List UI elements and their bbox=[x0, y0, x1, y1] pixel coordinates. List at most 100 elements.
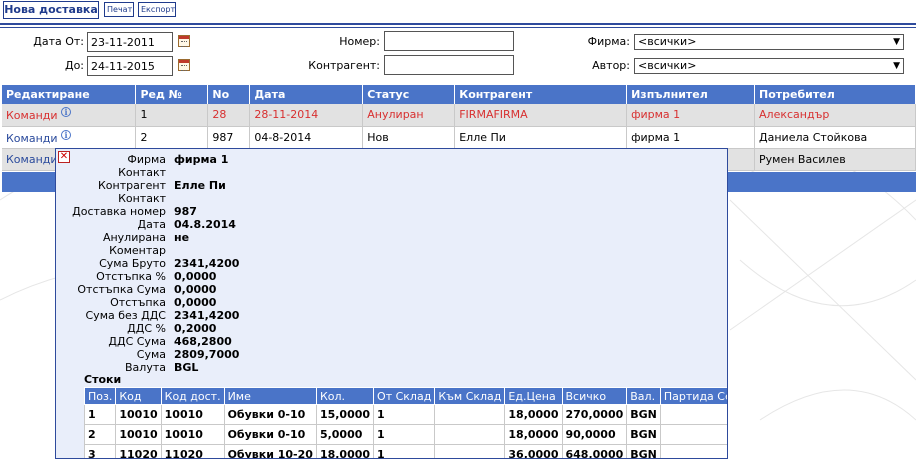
items-cell: 18,0000 bbox=[504, 404, 563, 425]
row-number-cell: 1 bbox=[135, 104, 209, 127]
items-cell bbox=[659, 424, 727, 445]
new-delivery-button[interactable]: Нова доставка bbox=[3, 1, 99, 19]
date-cell: 04-8-2014 bbox=[249, 126, 364, 149]
info-icon[interactable]: i bbox=[61, 107, 72, 118]
items-cell bbox=[434, 444, 506, 458]
calendar-icon[interactable] bbox=[178, 35, 190, 47]
detail-label: Отстъпка Сума bbox=[77, 283, 166, 296]
items-cell: 3 bbox=[83, 444, 117, 458]
status-cell: Нов bbox=[362, 126, 456, 149]
column-header[interactable]: No bbox=[207, 85, 251, 104]
commands-link[interactable]: Команди bbox=[6, 153, 58, 166]
delivery-details-popup: ✕ Фирма фирма 1 Контакт Контрагент Елле Пи… bbox=[55, 148, 728, 459]
toolbar: Нова доставка Печат Експорт bbox=[0, 0, 916, 21]
column-header[interactable]: Контрагент bbox=[454, 85, 628, 104]
detail-row: Фирма фирма 1 bbox=[56, 153, 456, 166]
detail-value: 987 bbox=[174, 205, 197, 218]
date-from-label: Дата От: bbox=[33, 35, 84, 48]
items-column-header: Партида Сер.№ bbox=[659, 387, 727, 405]
commands-link[interactable]: Команди bbox=[6, 132, 58, 145]
column-header[interactable]: Ред № bbox=[135, 85, 209, 104]
detail-label: Отстъпка % bbox=[96, 270, 166, 283]
items-header-row: Поз. Код Код дост. Име Кол. От Склад Към… bbox=[83, 387, 727, 405]
header-divider-thin bbox=[0, 27, 916, 28]
detail-value: 0,0000 bbox=[174, 283, 217, 296]
header-divider bbox=[0, 23, 916, 25]
items-cell: 2 bbox=[83, 424, 117, 445]
table-row[interactable]: Команди i 2 987 04-8-2014 Нов Елле Пи фи… bbox=[2, 126, 916, 149]
number-input[interactable] bbox=[384, 31, 514, 51]
detail-row: Сума Бруто 2341,4200 bbox=[56, 257, 456, 270]
items-cell: 1 bbox=[373, 444, 436, 458]
items-cell bbox=[659, 404, 727, 425]
items-cell: 1 bbox=[83, 404, 117, 425]
number-cell: 28 bbox=[207, 104, 251, 127]
status-cell: Анулиран bbox=[362, 104, 456, 127]
items-cell: 270,0000 bbox=[561, 404, 628, 425]
items-column-header: Ед.Цена bbox=[504, 387, 563, 405]
column-header[interactable]: Статус bbox=[362, 85, 456, 104]
items-cell: 11020 bbox=[160, 444, 225, 458]
firm-select[interactable]: <всички> ▼ bbox=[634, 34, 904, 50]
items-cell: 648,0000 bbox=[561, 444, 628, 458]
executor-cell: фирма 1 bbox=[626, 104, 756, 127]
items-cell: Обувки 10-20 bbox=[223, 444, 317, 458]
detail-label: Фирма bbox=[127, 153, 166, 166]
author-select[interactable]: <всички> ▼ bbox=[634, 58, 904, 74]
items-column-header: Код bbox=[115, 387, 162, 405]
export-button[interactable]: Експорт bbox=[138, 2, 176, 17]
print-button[interactable]: Печат bbox=[104, 2, 134, 17]
items-cell: Обувки 0-10 bbox=[223, 404, 317, 425]
detail-value: фирма 1 bbox=[174, 153, 229, 166]
items-cell: 10010 bbox=[160, 404, 225, 425]
column-header[interactable]: Редактиране bbox=[2, 85, 137, 104]
items-column-header: Кол. bbox=[315, 387, 375, 405]
commands-link[interactable]: Команди bbox=[6, 109, 58, 122]
detail-label: Коментар bbox=[109, 244, 166, 257]
items-title: Стоки bbox=[84, 373, 122, 386]
date-to-input[interactable] bbox=[87, 56, 173, 76]
column-header[interactable]: Изпълнител bbox=[626, 85, 756, 104]
items-cell: 1 bbox=[373, 424, 436, 445]
items-cell bbox=[434, 424, 506, 445]
details-list: Фирма фирма 1 Контакт Контрагент Елле Пи К… bbox=[56, 153, 456, 374]
detail-row: Контакт bbox=[56, 192, 456, 205]
column-header[interactable]: Дата bbox=[249, 85, 364, 104]
detail-row: Дата 04.8.2014 bbox=[56, 218, 456, 231]
items-cell: 1 bbox=[373, 404, 436, 425]
items-cell: BGN bbox=[626, 444, 661, 458]
number-cell: 987 bbox=[207, 126, 251, 149]
detail-label: ДДС % bbox=[127, 322, 166, 335]
detail-label: Сума bbox=[136, 348, 166, 361]
detail-row: Контакт bbox=[56, 166, 456, 179]
items-cell: 5,0000 bbox=[315, 424, 375, 445]
detail-value: 2341,4200 bbox=[174, 257, 240, 270]
date-from-input[interactable] bbox=[87, 32, 173, 52]
firm-select-value: <всички> bbox=[638, 35, 697, 48]
items-cell: 90,0000 bbox=[561, 424, 628, 445]
detail-label: Сума Бруто bbox=[99, 257, 166, 270]
column-header[interactable]: Потребител bbox=[754, 85, 916, 104]
commands-cell[interactable]: Команди i bbox=[2, 104, 137, 127]
table-row[interactable]: Команди i 1 28 28-11-2014 Анулиран FIRMA… bbox=[2, 104, 916, 127]
items-column-header: Код дост. bbox=[160, 387, 225, 405]
items-row: 1 10010 10010 Обувки 0-10 15,0000 1 18,0… bbox=[83, 404, 727, 425]
items-table: Поз. Код Код дост. Име Кол. От Склад Към… bbox=[83, 387, 727, 458]
author-label: Автор: bbox=[592, 59, 630, 72]
info-icon[interactable]: i bbox=[61, 129, 72, 140]
counterparty-input[interactable] bbox=[384, 55, 514, 75]
number-label: Номер: bbox=[339, 35, 380, 48]
items-cell: 15,0000 bbox=[315, 404, 375, 425]
table-header-row: Редактиране Ред № No Дата Статус Контраг… bbox=[2, 85, 916, 104]
detail-label: Контакт bbox=[118, 166, 166, 179]
items-row: 2 10010 10010 Обувки 0-10 5,0000 1 18,00… bbox=[83, 424, 727, 445]
commands-cell[interactable]: Команди i bbox=[2, 126, 137, 149]
chevron-down-icon: ▼ bbox=[893, 37, 900, 47]
detail-label: Анулирана bbox=[102, 231, 166, 244]
detail-label: Сума без ДДС bbox=[85, 309, 167, 322]
detail-label: ДДС Сума bbox=[108, 335, 166, 348]
detail-value: Елле Пи bbox=[174, 179, 226, 192]
items-row: 3 11020 11020 Обувки 10-20 18,0000 1 36,… bbox=[83, 444, 727, 458]
date-cell: 28-11-2014 bbox=[249, 104, 364, 127]
calendar-icon[interactable] bbox=[178, 59, 190, 71]
